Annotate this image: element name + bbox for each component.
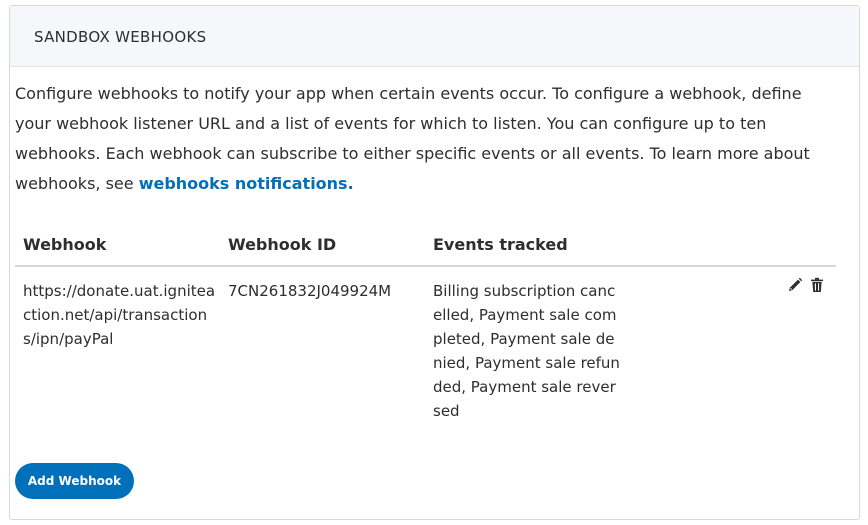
description-text: Configure webhooks to notify your app wh… bbox=[15, 84, 810, 193]
table-header: Webhook Webhook ID Events tracked bbox=[15, 225, 836, 267]
trash-icon[interactable] bbox=[809, 277, 825, 293]
column-header-events-tracked: Events tracked bbox=[433, 235, 568, 254]
pencil-icon[interactable] bbox=[787, 277, 803, 293]
column-header-webhook-id: Webhook ID bbox=[228, 235, 337, 254]
add-webhook-button[interactable]: Add Webhook bbox=[15, 463, 134, 499]
table-row: https://donate.uat.igniteaction.net/api/… bbox=[15, 267, 836, 437]
webhook-url-cell: https://donate.uat.igniteaction.net/api/… bbox=[23, 282, 216, 348]
webhooks-notifications-link[interactable]: webhooks notifications. bbox=[139, 174, 354, 193]
events-tracked-cell: Billing subscription cancelled, Payment … bbox=[433, 282, 620, 420]
panel-title: SANDBOX WEBHOOKS bbox=[34, 27, 207, 46]
webhooks-table: Webhook Webhook ID Events tracked https:… bbox=[15, 225, 836, 437]
webhooks-description: Configure webhooks to notify your app wh… bbox=[15, 79, 830, 199]
column-header-webhook: Webhook bbox=[23, 235, 107, 254]
row-actions bbox=[787, 277, 825, 293]
panel-header: SANDBOX WEBHOOKS bbox=[10, 6, 859, 67]
webhook-id-cell: 7CN261832J049924M bbox=[228, 282, 392, 300]
